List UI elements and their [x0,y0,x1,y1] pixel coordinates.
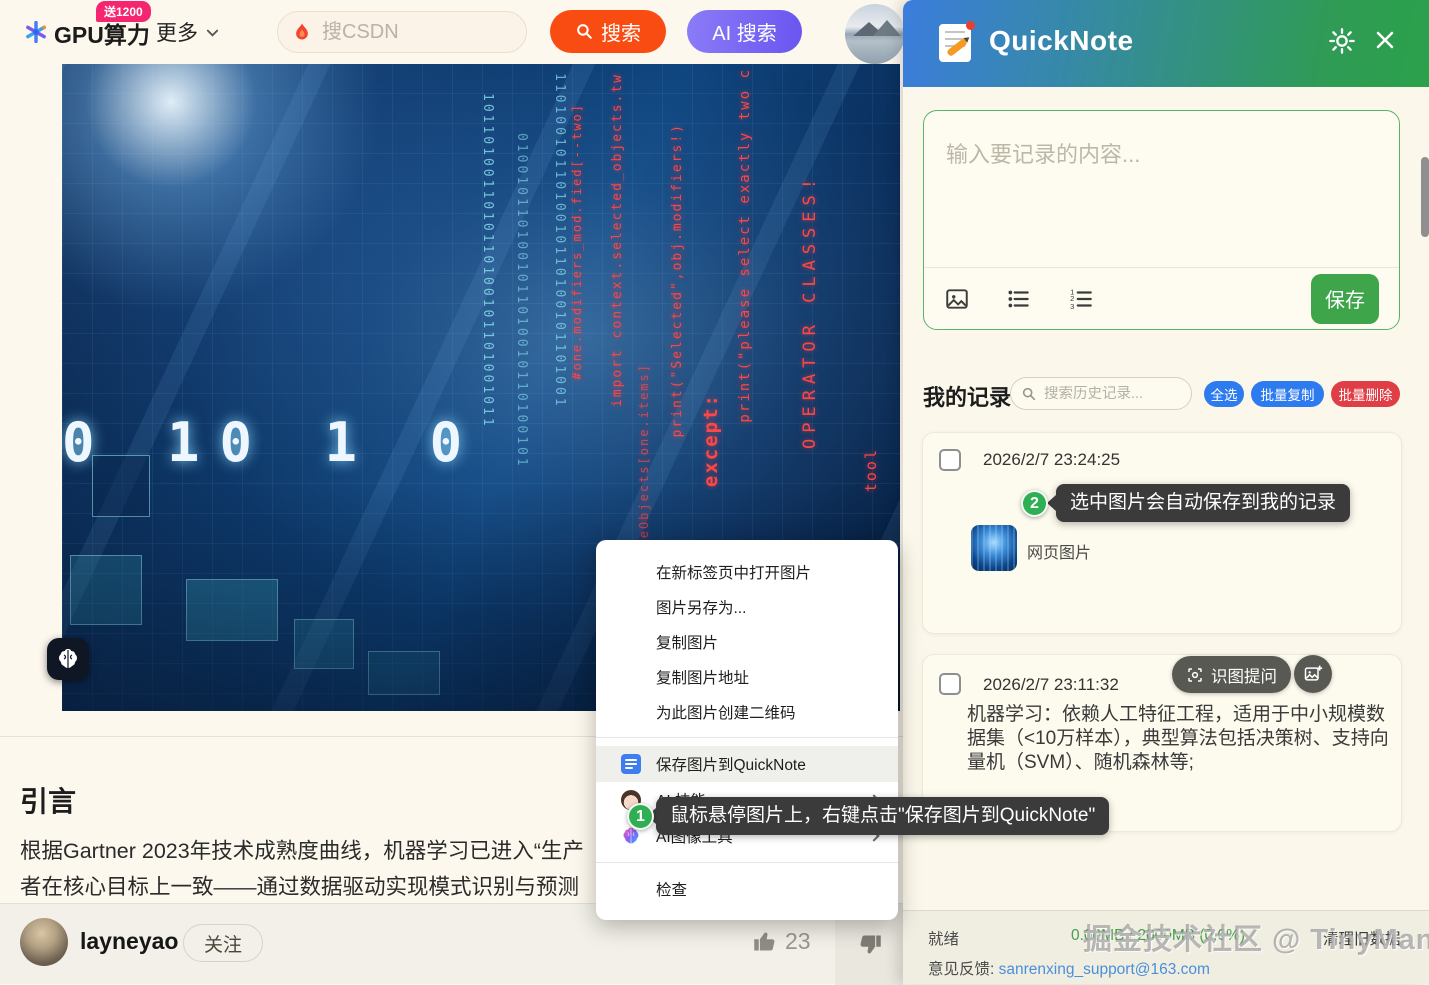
quicknote-doc-icon [621,754,641,774]
step-badge-1: 1 [627,803,654,830]
note-card: 2026/2/7 23:24:25 网页图片 [922,432,1402,634]
gear-icon[interactable] [1328,27,1356,55]
menu-item-open-image-new-tab[interactable]: 在新标签页中打开图片 [596,554,898,589]
watermark: 掘金技术社区 @ TinyManta [1083,916,1429,958]
note-checkbox[interactable] [939,449,961,471]
step-badge-2: 2 [1021,490,1048,517]
follow-button[interactable]: 关注 [183,924,263,962]
author-name[interactable]: layneyao [80,928,178,955]
quicknote-logo-icon [939,24,971,62]
ai-brain-overlay-button[interactable] [47,638,89,680]
feedback-label: 意见反馈: [928,961,994,978]
note-input[interactable] [924,111,1399,261]
context-menu: 在新标签页中打开图片 图片另存为... 复制图片 复制图片地址 为此图片创建二维… [596,540,898,920]
like-button[interactable]: 23 [752,928,811,955]
csdn-header: GPU算力 送1200 更多 搜索 AI 搜索 [0,0,903,64]
ocr-ask-label: 识图提问 [1211,663,1277,687]
ocr-ask-button[interactable]: 识图提问 [1172,656,1291,693]
note-image-thumbnail[interactable] [971,525,1017,571]
note-checkbox[interactable] [939,673,961,695]
search-icon [1021,386,1037,402]
flame-icon [292,22,312,42]
author-avatar[interactable] [20,918,68,966]
thumb-down-icon [856,931,883,958]
menu-separator [596,737,898,738]
scan-image-icon [1186,666,1204,684]
svg-text:3: 3 [1070,301,1074,310]
tooltip-step-2: 选中图片会自动保存到我的记录 [1056,484,1350,522]
menu-item-inspect[interactable]: 检查 [596,871,898,906]
numbered-list-icon[interactable]: 123 [1068,286,1094,312]
thumb-up-icon [752,928,779,955]
user-avatar[interactable] [845,4,905,64]
quicknote-header: QuickNote [903,0,1429,87]
menu-item-copy-image[interactable]: 复制图片 [596,624,898,659]
search-icon [575,22,594,41]
like-count: 23 [785,928,811,955]
image-action-button[interactable] [1294,655,1332,693]
bullet-list-icon[interactable] [1006,286,1032,312]
menu-item-save-image-as[interactable]: 图片另存为... [596,589,898,624]
site-search-input[interactable] [322,21,482,44]
note-date: 2026/2/7 23:11:32 [983,675,1119,695]
note-input-card: 123 保存 [923,110,1400,330]
feedback-email-link[interactable]: sanrenxing_support@163.com [999,961,1210,978]
menu-item-label: 保存图片到QuickNote [656,753,806,775]
batch-copy-button[interactable]: 批量复制 [1251,381,1324,407]
quicknote-title: QuickNote [989,25,1134,57]
select-all-button[interactable]: 全选 [1204,381,1244,407]
more-menu[interactable]: 更多 [156,17,220,47]
my-records-title: 我的记录 [923,380,1011,412]
note-text: 机器学习：依赖人工特征工程，适用于中小规模数据集（<10万样本），典型算法包括决… [967,703,1393,775]
more-label: 更多 [156,17,198,47]
menu-separator [596,862,898,863]
records-search-box[interactable] [1010,377,1192,410]
status-ready: 就绪 [928,927,959,949]
save-button[interactable]: 保存 [1311,274,1379,324]
logo-promo-badge: 送1200 [96,1,151,22]
menu-item-create-qr-code[interactable]: 为此图片创建二维码 [596,694,898,729]
ai-search-button[interactable]: AI 搜索 [687,10,802,53]
search-button[interactable]: 搜索 [550,10,666,53]
search-button-label: 搜索 [601,17,641,46]
chevron-down-icon [205,25,220,40]
article-heading: 引言 [20,780,76,820]
tooltip-step-1: 鼠标悬停图片上，右键点击"保存图片到QuickNote" [656,797,1109,835]
ai-search-label: AI 搜索 [712,17,776,46]
image-add-icon [1303,664,1323,684]
close-icon[interactable] [1373,28,1397,52]
site-search-box[interactable] [277,11,527,53]
menu-item-copy-image-address[interactable]: 复制图片地址 [596,659,898,694]
note-image-label: 网页图片 [1027,539,1091,563]
csdn-logo-icon [22,18,50,46]
feedback-row: 意见反馈: sanrenxing_support@163.com [928,957,1210,979]
records-search-input[interactable] [1044,386,1179,402]
menu-item-save-to-quicknote[interactable]: 保存图片到QuickNote [596,746,898,782]
brain-icon [56,647,80,671]
batch-delete-button[interactable]: 批量删除 [1331,381,1400,407]
note-date: 2026/2/7 23:24:25 [983,450,1120,470]
note-toolbar: 123 保存 [924,267,1399,329]
scrollbar-thumb[interactable] [1421,157,1429,237]
insert-image-icon[interactable] [944,286,970,312]
